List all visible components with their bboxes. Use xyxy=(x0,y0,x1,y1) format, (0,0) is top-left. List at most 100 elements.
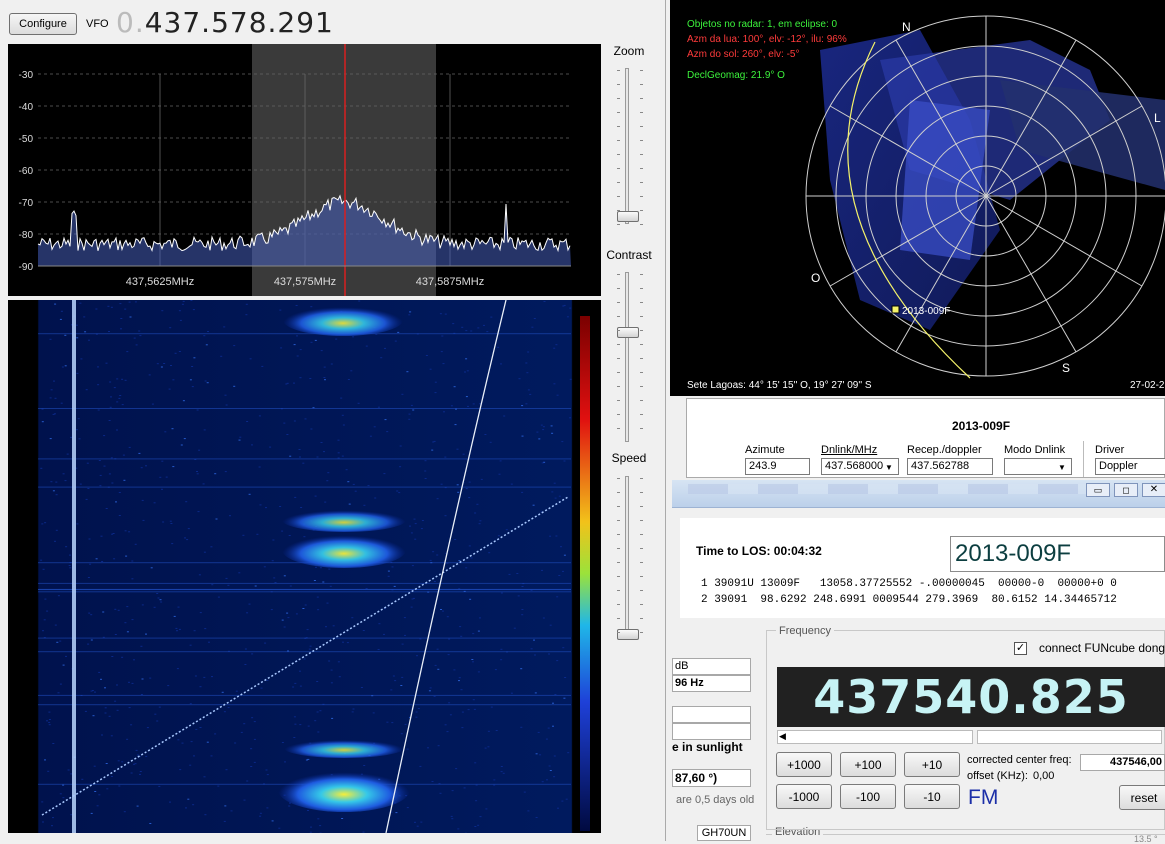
step-minus-100-button[interactable]: -100 xyxy=(840,784,896,809)
reset-button[interactable]: reset xyxy=(1119,785,1165,810)
speed-slider-track[interactable] xyxy=(625,476,629,640)
step-minus-1000-button[interactable]: -1000 xyxy=(776,784,832,809)
waterfall-noise-speckle xyxy=(245,314,247,315)
chevron-down-icon: ▼ xyxy=(885,463,893,472)
waterfall-noise-speckle xyxy=(399,466,401,467)
waterfall-noise-speckle xyxy=(111,483,113,484)
satellite-panel-title: 2013-009F xyxy=(952,419,1010,433)
waterfall-noise-speckle xyxy=(278,828,280,829)
waterfall-display[interactable] xyxy=(8,300,601,833)
recep-doppler-field[interactable]: 437.562788 xyxy=(907,458,993,475)
close-icon[interactable]: ✕ xyxy=(1142,483,1165,497)
waterfall-noise-speckle xyxy=(441,351,443,352)
level-db-field: dB xyxy=(672,658,751,675)
driver-label: Driver xyxy=(1095,444,1124,456)
waterfall-noise-speckle xyxy=(315,340,317,341)
waterfall-noise-speckle xyxy=(555,498,557,499)
azimute-field[interactable]: 243.9 xyxy=(745,458,810,475)
waterfall-noise-speckle xyxy=(431,450,433,451)
step-plus-10-button[interactable]: +10 xyxy=(904,752,960,777)
waterfall-noise-speckle xyxy=(272,560,274,561)
spectrum-display[interactable]: -30-40-50-60-70-80-90 437,5625MHz 437,57… xyxy=(8,44,601,296)
waterfall-noise-speckle xyxy=(479,617,481,618)
waterfall-noise-speckle xyxy=(290,586,292,587)
slider-tick xyxy=(617,358,620,359)
waterfall-noise-speckle xyxy=(464,372,466,373)
waterfall-noise-speckle xyxy=(109,420,111,421)
waterfall-noise-speckle xyxy=(536,753,538,754)
waterfall-noise-speckle xyxy=(129,447,131,448)
tuning-scrollbar-left[interactable] xyxy=(777,730,973,744)
maximize-icon[interactable]: ◻ xyxy=(1114,483,1138,497)
waterfall-noise-speckle xyxy=(46,720,48,721)
waterfall-noise-speckle xyxy=(327,603,329,604)
waterfall-noise-speckle xyxy=(189,765,191,766)
waterfall-noise-speckle xyxy=(207,382,209,383)
slider-tick xyxy=(640,98,643,99)
contrast-slider-thumb[interactable] xyxy=(617,327,639,338)
waterfall-horizontal-streak xyxy=(38,591,571,592)
connect-funcube-checkbox[interactable]: ✓ xyxy=(1014,642,1027,655)
waterfall-noise-speckle xyxy=(128,531,130,532)
waterfall-noise-speckle xyxy=(404,617,406,618)
waterfall-noise-speckle xyxy=(477,825,479,826)
waterfall-noise-speckle xyxy=(124,309,126,310)
waterfall-noise-speckle xyxy=(102,612,104,613)
slider-tick xyxy=(617,224,620,225)
waterfall-noise-speckle xyxy=(182,743,184,744)
waterfall-noise-speckle xyxy=(115,634,117,635)
tuning-scrollbar-right[interactable] xyxy=(977,730,1162,744)
waterfall-noise-speckle xyxy=(46,611,48,612)
waterfall-noise-speckle xyxy=(171,543,173,544)
waterfall-noise-speckle xyxy=(279,310,281,311)
slider-tick xyxy=(640,140,643,141)
configure-button[interactable]: Configure xyxy=(9,13,77,35)
waterfall-noise-speckle xyxy=(176,630,178,631)
waterfall-noise-speckle xyxy=(468,497,470,498)
waterfall-noise-speckle xyxy=(569,308,571,309)
corrected-center-field[interactable]: 437546,00 xyxy=(1080,754,1165,771)
waterfall-noise-speckle xyxy=(127,631,129,632)
contrast-slider-track[interactable] xyxy=(625,272,629,442)
waterfall-noise-speckle xyxy=(541,425,543,426)
waterfall-noise-speckle xyxy=(161,310,163,311)
minimize-icon[interactable]: ▭ xyxy=(1086,483,1110,497)
slider-tick xyxy=(640,330,643,331)
waterfall-noise-speckle xyxy=(195,676,197,677)
vfo-frequency-display[interactable]: 0.437.578.291 xyxy=(116,6,334,39)
waterfall-noise-speckle xyxy=(62,797,64,798)
step-plus-1000-button[interactable]: +1000 xyxy=(776,752,832,777)
db-label: -40 xyxy=(19,102,34,113)
waterfall-noise-speckle xyxy=(229,515,231,516)
waterfall-noise-speckle xyxy=(151,567,153,568)
radar-spoke xyxy=(986,196,1142,286)
waterfall-noise-speckle xyxy=(490,442,492,443)
waterfall-noise-speckle xyxy=(497,347,499,348)
offset-value: 0,00 xyxy=(1033,770,1054,782)
waterfall-noise-speckle xyxy=(401,394,403,395)
waterfall-noise-speckle xyxy=(211,584,213,585)
slider-tick xyxy=(617,386,620,387)
driver-select[interactable]: Doppler xyxy=(1095,458,1165,475)
waterfall-noise-speckle xyxy=(61,403,63,404)
zoom-slider-track[interactable] xyxy=(625,68,629,224)
waterfall-noise-speckle xyxy=(479,520,481,521)
waterfall-horizontal-streak xyxy=(38,333,571,334)
waterfall-noise-speckle xyxy=(474,826,476,827)
step-minus-10-button[interactable]: -10 xyxy=(904,784,960,809)
radar-display[interactable]: 2013-009F N L O S Objetos no radar: 1, e… xyxy=(670,0,1165,396)
scroll-left-arrow-icon[interactable]: ◀ xyxy=(779,731,786,742)
waterfall-noise-speckle xyxy=(467,406,469,407)
waterfall-noise-speckle xyxy=(204,814,206,815)
waterfall-noise-speckle xyxy=(249,604,251,605)
waterfall-noise-speckle xyxy=(220,356,222,357)
waterfall-noise-speckle xyxy=(200,686,202,687)
step-plus-100-button[interactable]: +100 xyxy=(840,752,896,777)
waterfall-noise-speckle xyxy=(125,530,127,531)
zoom-slider-thumb[interactable] xyxy=(617,211,639,222)
speed-slider-thumb[interactable] xyxy=(617,629,639,640)
waterfall-noise-speckle xyxy=(520,668,522,669)
waterfall-noise-speckle xyxy=(251,444,253,445)
waterfall-noise-speckle xyxy=(481,479,483,480)
blurred-text xyxy=(688,484,1088,494)
